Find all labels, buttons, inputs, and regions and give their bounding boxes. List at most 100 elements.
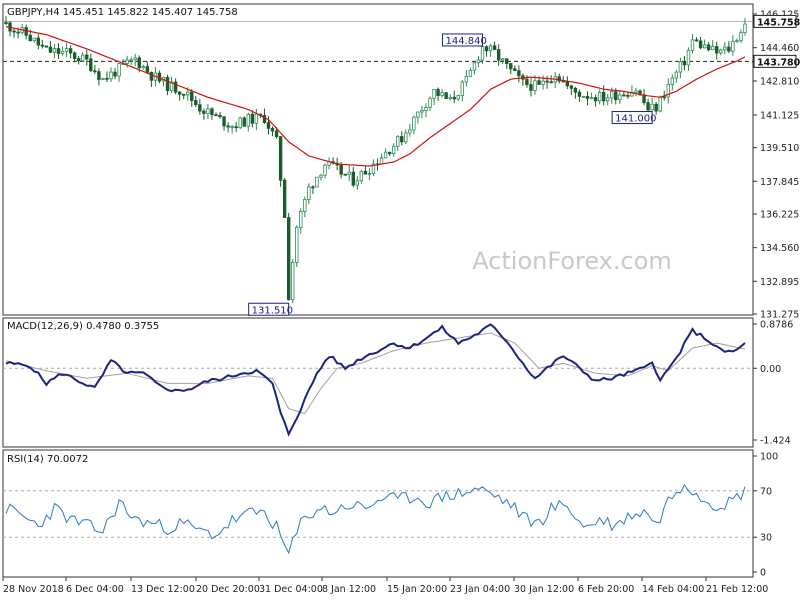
candle-body [735, 40, 739, 43]
candle-body [476, 59, 481, 64]
candle-body [60, 50, 65, 54]
candle-body [307, 186, 311, 200]
candle-body [242, 117, 246, 127]
macd-y-tick-label: -1.424 [760, 436, 791, 447]
candle-body [408, 129, 412, 134]
candle-body [28, 34, 32, 42]
price-y-tick-label: 144.460 [760, 43, 799, 54]
candle-body [113, 71, 117, 77]
macd-panel-frame [2, 317, 754, 448]
candle-body [428, 97, 432, 108]
candle-body [85, 54, 89, 60]
candle-body [650, 103, 654, 111]
candle-body [626, 94, 630, 97]
candle-body [383, 151, 388, 159]
candle-body [165, 76, 170, 92]
candle-body [731, 41, 735, 52]
candle-body [109, 71, 113, 80]
candle-body [254, 113, 259, 124]
candle-body [533, 80, 537, 91]
candle-body [97, 71, 101, 80]
candle-body [739, 32, 743, 42]
candle-body [464, 75, 469, 83]
candle-body [670, 77, 675, 85]
candle-body [149, 71, 154, 81]
candle-body [319, 174, 323, 178]
candle-body [622, 94, 626, 97]
candle-body [484, 46, 489, 52]
candle-body [404, 132, 408, 143]
candle-body [181, 93, 186, 96]
candle-body [246, 113, 250, 127]
candle-body [456, 94, 460, 100]
candle-body [194, 100, 198, 106]
candle-body [351, 171, 355, 186]
candle-body [468, 69, 473, 77]
candle-body [64, 48, 69, 52]
annotation-label: 131.510 [252, 305, 293, 316]
candle-body [137, 57, 141, 69]
candle-body [145, 66, 150, 73]
candle-body [40, 44, 45, 47]
candle-body [81, 54, 85, 62]
candle-body [589, 97, 594, 100]
candle-body [654, 103, 658, 112]
candle-body [541, 80, 545, 85]
candle-body [36, 37, 41, 46]
candle-body [420, 110, 424, 113]
current-price-label: 145.758 [757, 17, 800, 28]
candle-body [723, 46, 727, 51]
x-axis-tick-label: 14 Feb 04:00 [642, 584, 704, 595]
candle-body [597, 91, 602, 102]
x-axis-tick-label: 23 Jan 04:00 [450, 584, 510, 595]
candle-body [706, 44, 711, 51]
rsi-panel-title: RSI(14) 70.0072 [7, 454, 88, 465]
candle-body [513, 68, 517, 72]
candle-body [702, 44, 707, 49]
x-axis-tick-label: 20 Dec 20:00 [196, 584, 260, 595]
candle-body [448, 96, 452, 99]
candle-body [56, 48, 61, 54]
price-panel-title: GBPJPY,H4 145.451 145.822 145.407 145.75… [7, 7, 238, 18]
watermark: ActionForex.com [472, 247, 672, 275]
candle-body [359, 170, 364, 182]
candle-body [525, 78, 529, 86]
candle-body [48, 46, 53, 53]
candle-body [686, 49, 691, 66]
candle-body [291, 262, 295, 301]
candle-body [202, 110, 206, 114]
candle-body [206, 108, 210, 114]
candle-body [432, 89, 436, 99]
rsi-y-tick-label: 30 [760, 533, 772, 544]
candle-body [177, 91, 182, 95]
candle-body [537, 80, 541, 85]
candle-body [315, 176, 319, 188]
candle-body [214, 114, 218, 117]
candle-body [400, 136, 404, 143]
candle-body [339, 164, 343, 175]
candle-body [387, 151, 392, 155]
macd-panel-title: MACD(12,26,9) 0.4780 0.3755 [7, 321, 159, 332]
price-y-tick-label: 142.810 [760, 76, 799, 87]
candle-body [416, 111, 420, 118]
candle-body [674, 71, 679, 79]
candle-body [509, 63, 513, 70]
candle-body [565, 81, 570, 87]
macd-y-tick-label: 0.00 [760, 364, 781, 375]
candle-body [614, 91, 618, 101]
x-axis-tick-label: 6 Dec 04:00 [66, 584, 124, 595]
candle-body [517, 70, 521, 77]
candle-body [323, 164, 327, 176]
candle-body [549, 81, 553, 84]
candle-body [72, 52, 77, 59]
candle-body [505, 58, 509, 64]
candle-body [12, 30, 16, 33]
candle-body [270, 128, 275, 132]
candle-body [76, 58, 81, 62]
candle-body [610, 91, 614, 99]
candle-body [230, 126, 234, 129]
price-y-tick-label: 132.895 [760, 277, 799, 288]
candle-body [573, 87, 578, 93]
candle-body [93, 70, 97, 73]
candle-body [605, 97, 610, 102]
